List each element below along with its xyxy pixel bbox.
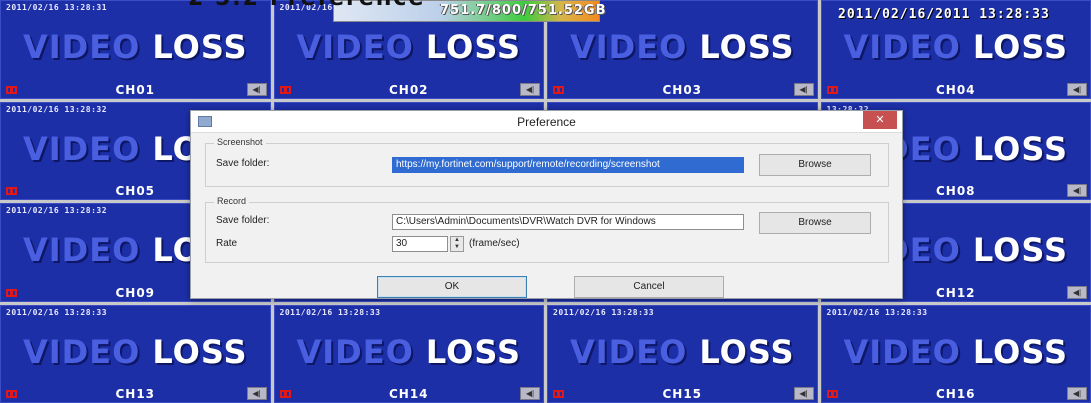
video-loss-word-2: LOSS xyxy=(972,129,1069,168)
system-timestamp: 2011/02/16/2011 13:28:33 xyxy=(838,7,1050,22)
dialog-title: Preference xyxy=(517,115,576,129)
dialog-titlebar[interactable]: Preference ✕ xyxy=(191,111,902,133)
channel-label: CH03 xyxy=(662,82,703,97)
tile-timestamp: 2011/02/16 13:28:33 xyxy=(6,307,108,317)
video-loss-text: VIDEO LOSS xyxy=(274,28,545,66)
video-loss-word-1: VIDEO xyxy=(296,332,414,371)
camera-tile[interactable]: 2011/02/16 13:28:31 VIDEO LOSS CH01 ◀| xyxy=(0,0,271,99)
camera-tile[interactable]: 2011/02/16 13:28:33 VIDEO LOSS CH14 ◀| xyxy=(273,304,545,403)
rate-unit-label: (frame/sec) xyxy=(469,238,520,249)
video-loss-text: VIDEO LOSS xyxy=(274,333,545,371)
channel-label: CH16 xyxy=(935,387,976,401)
camera-tile[interactable]: 2011/02/16 13:28:33 VIDEO LOSS CH15 ◀| xyxy=(547,304,818,403)
tile-timestamp: 2011/02/16 13:28:33 xyxy=(279,307,381,317)
tile-timestamp: 2011/02/16 13:28:33 xyxy=(826,307,928,317)
video-loss-word-1: VIDEO xyxy=(569,28,688,66)
video-loss-word-2: LOSS xyxy=(972,332,1069,371)
video-loss-text: VIDEO LOSS xyxy=(547,28,818,66)
rate-stepper[interactable]: ▲ ▼ xyxy=(450,236,464,252)
speaker-icon[interactable]: ◀| xyxy=(246,82,267,96)
ok-button[interactable]: OK xyxy=(377,276,527,298)
video-loss-text: VIDEO LOSS xyxy=(821,28,1091,66)
speaker-icon[interactable]: ◀| xyxy=(793,387,814,400)
channel-label: CH13 xyxy=(115,387,156,401)
page-heading: 2 5.2 Preference xyxy=(188,0,428,11)
video-loss-word-1: VIDEO xyxy=(843,28,961,66)
speaker-icon[interactable]: ◀| xyxy=(793,82,814,96)
video-loss-word-1: VIDEO xyxy=(843,332,961,371)
tile-timestamp: 2011/02/16 13:28:31 xyxy=(6,3,108,12)
speaker-icon[interactable]: ◀| xyxy=(1067,82,1087,96)
video-loss-word-2: LOSS xyxy=(699,332,795,371)
speaker-icon[interactable]: ◀| xyxy=(1067,285,1087,299)
camera-tile[interactable]: 2011/02/16 13:28:33 VIDEO LOSS CH16 ◀| xyxy=(820,304,1091,403)
video-loss-word-1: VIDEO xyxy=(569,332,688,371)
rate-input[interactable]: 30 xyxy=(392,236,448,252)
close-button[interactable]: ✕ xyxy=(863,111,897,129)
screenshot-save-folder-label: Save folder: xyxy=(216,158,270,169)
screenshot-group: Screenshot Save folder: https://my.forti… xyxy=(205,137,889,187)
video-loss-word-2: LOSS xyxy=(972,28,1069,66)
video-loss-text: VIDEO LOSS xyxy=(821,333,1091,371)
record-group-legend: Record xyxy=(214,196,250,206)
speaker-icon[interactable]: ◀| xyxy=(1067,387,1087,400)
video-loss-word-1: VIDEO xyxy=(22,28,141,66)
speaker-icon[interactable]: ◀| xyxy=(520,387,540,400)
preference-dialog: Preference ✕ Screenshot Save folder: htt… xyxy=(190,110,903,299)
speaker-icon[interactable]: ◀| xyxy=(1067,184,1087,197)
channel-label: CH04 xyxy=(935,82,976,97)
screenshot-browse-button[interactable]: Browse xyxy=(759,154,871,176)
video-loss-text: VIDEO LOSS xyxy=(0,28,271,66)
channel-label: CH15 xyxy=(662,387,703,401)
record-group: Record Save folder: C:\Users\Admin\Docum… xyxy=(205,196,889,263)
video-loss-word-2: LOSS xyxy=(425,332,522,371)
video-loss-text: VIDEO LOSS xyxy=(0,333,271,371)
screenshot-group-legend: Screenshot xyxy=(214,137,266,147)
tile-timestamp: 2011/02/16 13:28:32 xyxy=(6,104,108,114)
video-loss-word-1: VIDEO xyxy=(22,332,141,371)
video-loss-word-2: LOSS xyxy=(152,332,248,371)
record-save-folder-label: Save folder: xyxy=(216,215,270,226)
cancel-button[interactable]: Cancel xyxy=(574,276,724,298)
camera-tile[interactable]: 2011/02/16 13:28:33 VIDEO LOSS CH13 ◀| xyxy=(0,304,271,403)
video-loss-word-2: LOSS xyxy=(425,28,522,66)
tile-timestamp: 2011/02/16 13:28:33 xyxy=(553,307,655,317)
video-loss-word-2: LOSS xyxy=(152,28,248,66)
speaker-icon[interactable]: ◀| xyxy=(246,387,267,400)
storage-usage-text: 751.7/800/751.52GB xyxy=(440,3,607,18)
channel-label: CH14 xyxy=(388,387,429,401)
video-loss-word-2: LOSS xyxy=(699,28,795,66)
video-loss-word-2: LOSS xyxy=(972,231,1069,269)
video-loss-word-1: VIDEO xyxy=(296,28,414,66)
record-save-folder-input[interactable]: C:\Users\Admin\Documents\DVR\Watch DVR f… xyxy=(392,214,744,230)
video-loss-word-1: VIDEO xyxy=(22,129,141,168)
channel-label: CH01 xyxy=(115,82,156,97)
screenshot-save-folder-input[interactable]: https://my.fortinet.com/support/remote/r… xyxy=(392,157,744,173)
tile-timestamp: 2011/02/16 13:28:32 xyxy=(6,206,108,215)
speaker-icon[interactable]: ◀| xyxy=(520,82,540,96)
video-loss-text: VIDEO LOSS xyxy=(547,333,818,371)
channel-label: CH02 xyxy=(388,82,429,97)
video-loss-word-1: VIDEO xyxy=(22,231,141,269)
record-browse-button[interactable]: Browse xyxy=(759,212,871,234)
rate-label: Rate xyxy=(216,238,238,249)
